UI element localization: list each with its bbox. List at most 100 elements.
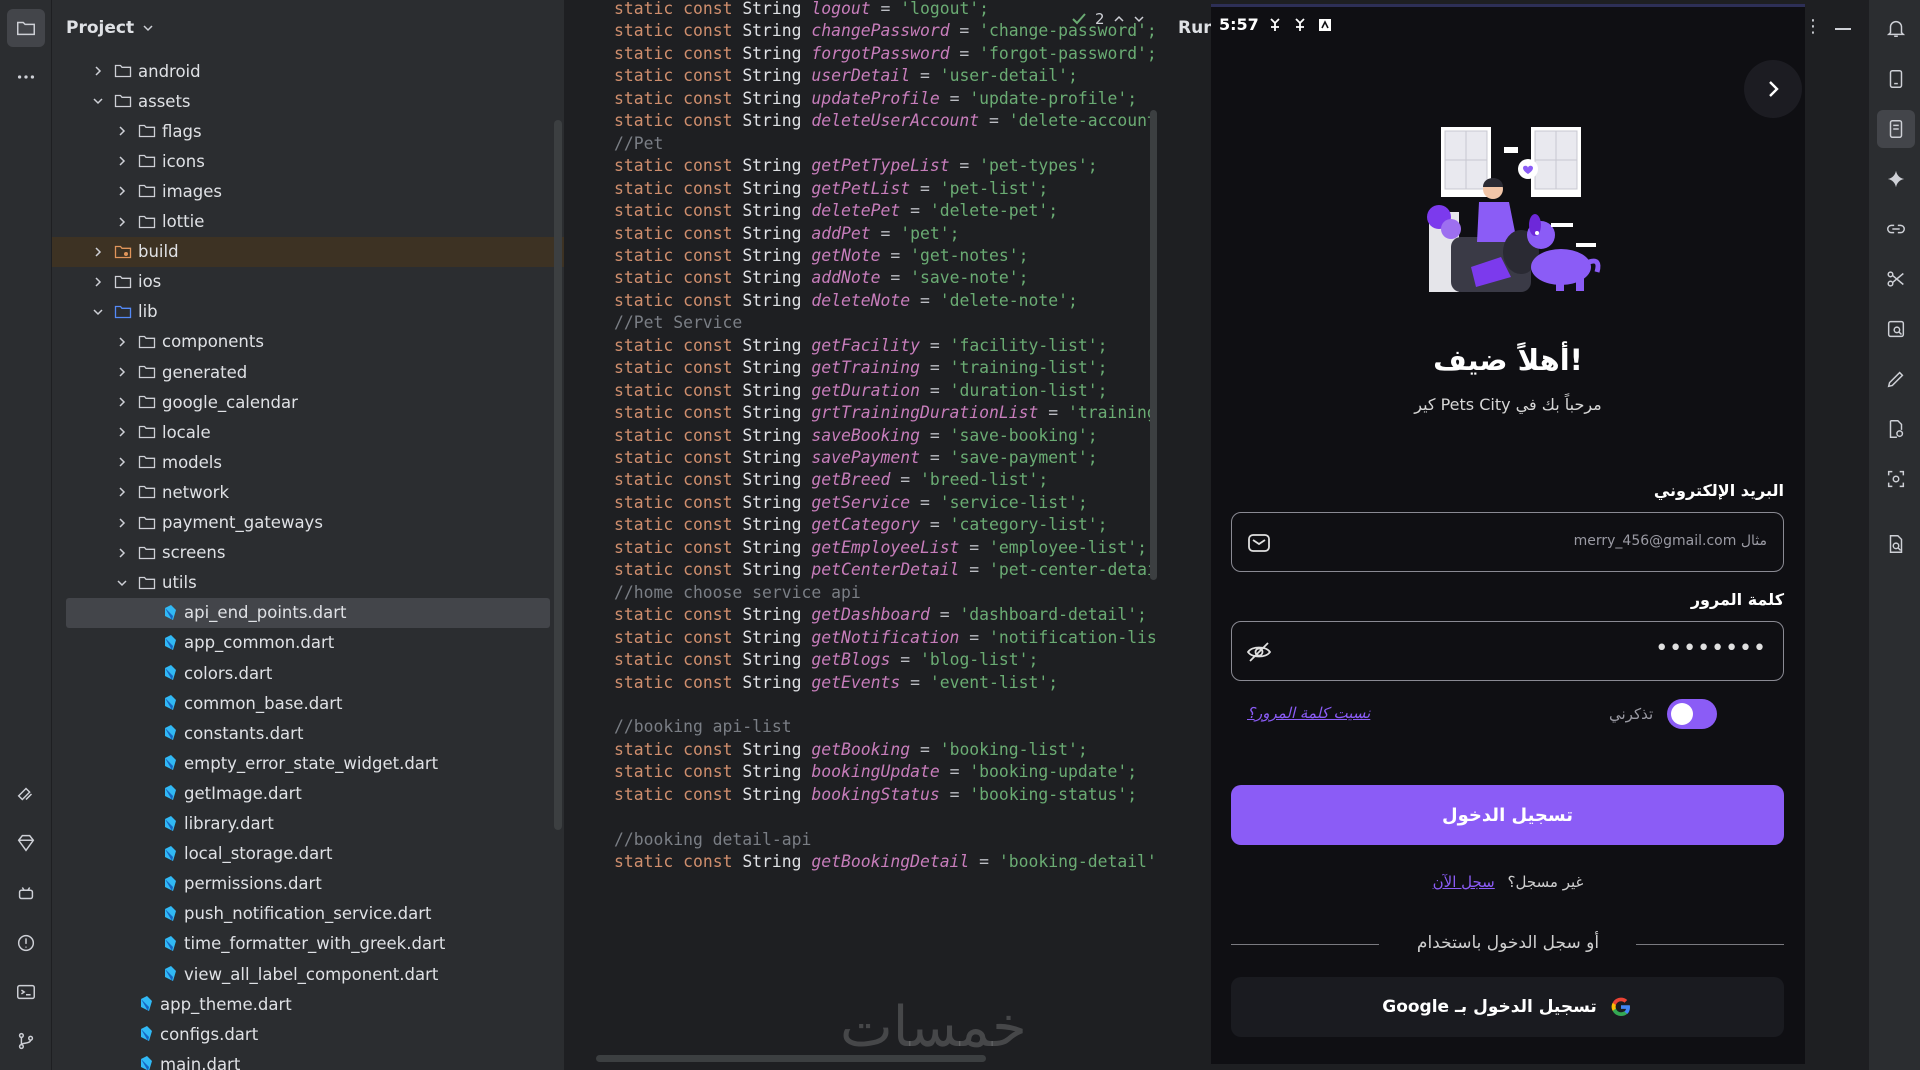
chevron-down-icon[interactable] <box>116 577 128 589</box>
inspection-widget[interactable]: 2 <box>1071 10 1145 28</box>
tree-item-ios[interactable]: ios <box>52 267 564 297</box>
tree-item-constants-dart[interactable]: constants.dart <box>52 718 564 748</box>
git-branch-icon[interactable] <box>7 1022 45 1060</box>
tree-item-screens[interactable]: screens <box>52 538 564 568</box>
folder-icon <box>138 215 156 228</box>
chevron-up-icon[interactable] <box>1113 13 1125 25</box>
tree-item-build[interactable]: build <box>52 236 564 267</box>
file-search-icon[interactable] <box>1877 410 1915 448</box>
terminal-icon[interactable] <box>7 973 45 1011</box>
tree-item-permissions-dart[interactable]: permissions.dart <box>52 869 564 899</box>
chevron-right-icon[interactable] <box>116 366 128 378</box>
tree-item-google-calendar[interactable]: google_calendar <box>52 387 564 417</box>
chevron-right-icon[interactable] <box>92 65 104 77</box>
run-panel-title[interactable]: Run <box>1178 18 1215 38</box>
chevron-right-icon[interactable] <box>116 216 128 228</box>
pen-icon[interactable] <box>1877 360 1915 398</box>
tree-item-flags[interactable]: flags <box>52 116 564 146</box>
code-comment: //booking api-list <box>614 717 792 737</box>
tree-item-locale[interactable]: locale <box>52 417 564 447</box>
running-devices-icon[interactable] <box>1877 110 1915 148</box>
tree-item-network[interactable]: network <box>52 477 564 507</box>
flutter-inspector-icon[interactable] <box>7 775 45 813</box>
chevron-right-icon[interactable] <box>116 486 128 498</box>
chevron-right-icon[interactable] <box>116 185 128 197</box>
tree-item-common-base-dart[interactable]: common_base.dart <box>52 688 564 718</box>
google-sign-in-button[interactable]: تسجيل الدخول بـ Google <box>1231 977 1784 1037</box>
more-options-icon[interactable]: ⋮ <box>1804 16 1822 37</box>
keyword: static <box>614 380 674 400</box>
chevron-down-icon[interactable] <box>92 306 104 318</box>
tree-item-payment-gateways[interactable]: payment_gateways <box>52 508 564 538</box>
remember-me-toggle[interactable] <box>1667 699 1718 729</box>
project-folder-icon[interactable] <box>7 9 45 47</box>
chevron-down-icon[interactable] <box>92 95 104 107</box>
minimize-icon[interactable] <box>1835 28 1851 30</box>
notification-icon <box>1295 18 1305 31</box>
string-literal: 'duration-list'; <box>949 380 1108 400</box>
operator: = <box>979 111 1009 131</box>
screen-capture-icon[interactable] <box>1877 460 1915 498</box>
notifications-icon[interactable] <box>1877 9 1915 47</box>
tree-item-app-common-dart[interactable]: app_common.dart <box>52 628 564 658</box>
chevron-right-icon[interactable] <box>116 517 128 529</box>
tree-item-generated[interactable]: generated <box>52 357 564 387</box>
chevron-right-icon[interactable] <box>116 547 128 559</box>
chevron-right-icon[interactable] <box>92 276 104 288</box>
problems-icon[interactable] <box>7 924 45 962</box>
password-field[interactable]: •••••••• <box>1231 621 1784 681</box>
tree-item-android[interactable]: android <box>52 56 564 86</box>
tree-item-main-dart[interactable]: main.dart <box>52 1049 564 1070</box>
scissors-icon[interactable] <box>1877 260 1915 298</box>
keyword: static <box>614 627 674 647</box>
tree-item-colors-dart[interactable]: colors.dart <box>52 658 564 688</box>
tree-item-api-end-points-dart[interactable]: api_end_points.dart <box>66 597 550 628</box>
chevron-right-icon[interactable] <box>116 155 128 167</box>
tree-item-components[interactable]: components <box>52 327 564 357</box>
register-link[interactable]: سجل الآن <box>1433 873 1495 891</box>
tree-item-icons[interactable]: icons <box>52 146 564 176</box>
tree-item-local-storage-dart[interactable]: local_storage.dart <box>52 839 564 869</box>
chevron-right-icon[interactable] <box>116 336 128 348</box>
tree-item-assets[interactable]: assets <box>52 86 564 116</box>
code-editor[interactable]: static const String logout = 'logout'; st… <box>564 0 1164 1070</box>
tree-item-library-dart[interactable]: library.dart <box>52 809 564 839</box>
tree-item-getimage-dart[interactable]: getImage.dart <box>52 778 564 808</box>
device-manager-icon[interactable] <box>1877 60 1915 98</box>
editor-vertical-scrollbar[interactable] <box>1150 110 1157 580</box>
more-tools-icon[interactable] <box>7 58 45 96</box>
forgot-password-link[interactable]: نسيت كلمة المرور؟ <box>1247 704 1370 722</box>
link-icon[interactable] <box>1877 210 1915 248</box>
tree-item-lib[interactable]: lib <box>52 297 564 327</box>
chevron-down-icon[interactable] <box>1133 13 1145 25</box>
chevron-right-icon[interactable] <box>116 456 128 468</box>
tree-item-images[interactable]: images <box>52 176 564 206</box>
tree-item-push-notification-service-dart[interactable]: push_notification_service.dart <box>52 899 564 929</box>
app-inspection-icon[interactable] <box>1877 525 1915 563</box>
chevron-right-icon[interactable] <box>116 426 128 438</box>
gem-icon[interactable] <box>7 824 45 862</box>
chevron-right-icon[interactable] <box>116 396 128 408</box>
tree-item-view-all-label-component-dart[interactable]: view_all_label_component.dart <box>52 959 564 989</box>
android-bot-icon[interactable] <box>7 874 45 912</box>
tree-scrollbar[interactable] <box>554 120 562 830</box>
email-field[interactable]: مثال merry_456@gmail.com <box>1231 512 1784 572</box>
sign-in-button[interactable]: تسجيل الدخول <box>1231 785 1784 845</box>
tree-item-configs-dart[interactable]: configs.dart <box>52 1019 564 1049</box>
layout-inspector-icon[interactable] <box>1877 310 1915 348</box>
folder-icon <box>138 576 156 589</box>
chevron-right-icon[interactable] <box>116 125 128 137</box>
tree-item-models[interactable]: models <box>52 447 564 477</box>
chevron-right-icon[interactable] <box>92 246 104 258</box>
tree-item-time-formatter-with-greek-dart[interactable]: time_formatter_with_greek.dart <box>52 929 564 959</box>
tree-item-utils[interactable]: utils <box>52 568 564 598</box>
tree-item-empty-error-state-widget-dart[interactable]: empty_error_state_widget.dart <box>52 748 564 778</box>
gemini-sparkle-icon[interactable] <box>1877 160 1915 198</box>
tree-item-lottie[interactable]: lottie <box>52 207 564 237</box>
eye-off-icon[interactable] <box>1246 639 1272 665</box>
tree-item-label: models <box>162 452 222 472</box>
back-button[interactable] <box>1744 60 1802 118</box>
tree-item-app-theme-dart[interactable]: app_theme.dart <box>52 989 564 1019</box>
project-header[interactable]: Project <box>52 0 564 56</box>
keyword: const <box>683 627 733 647</box>
